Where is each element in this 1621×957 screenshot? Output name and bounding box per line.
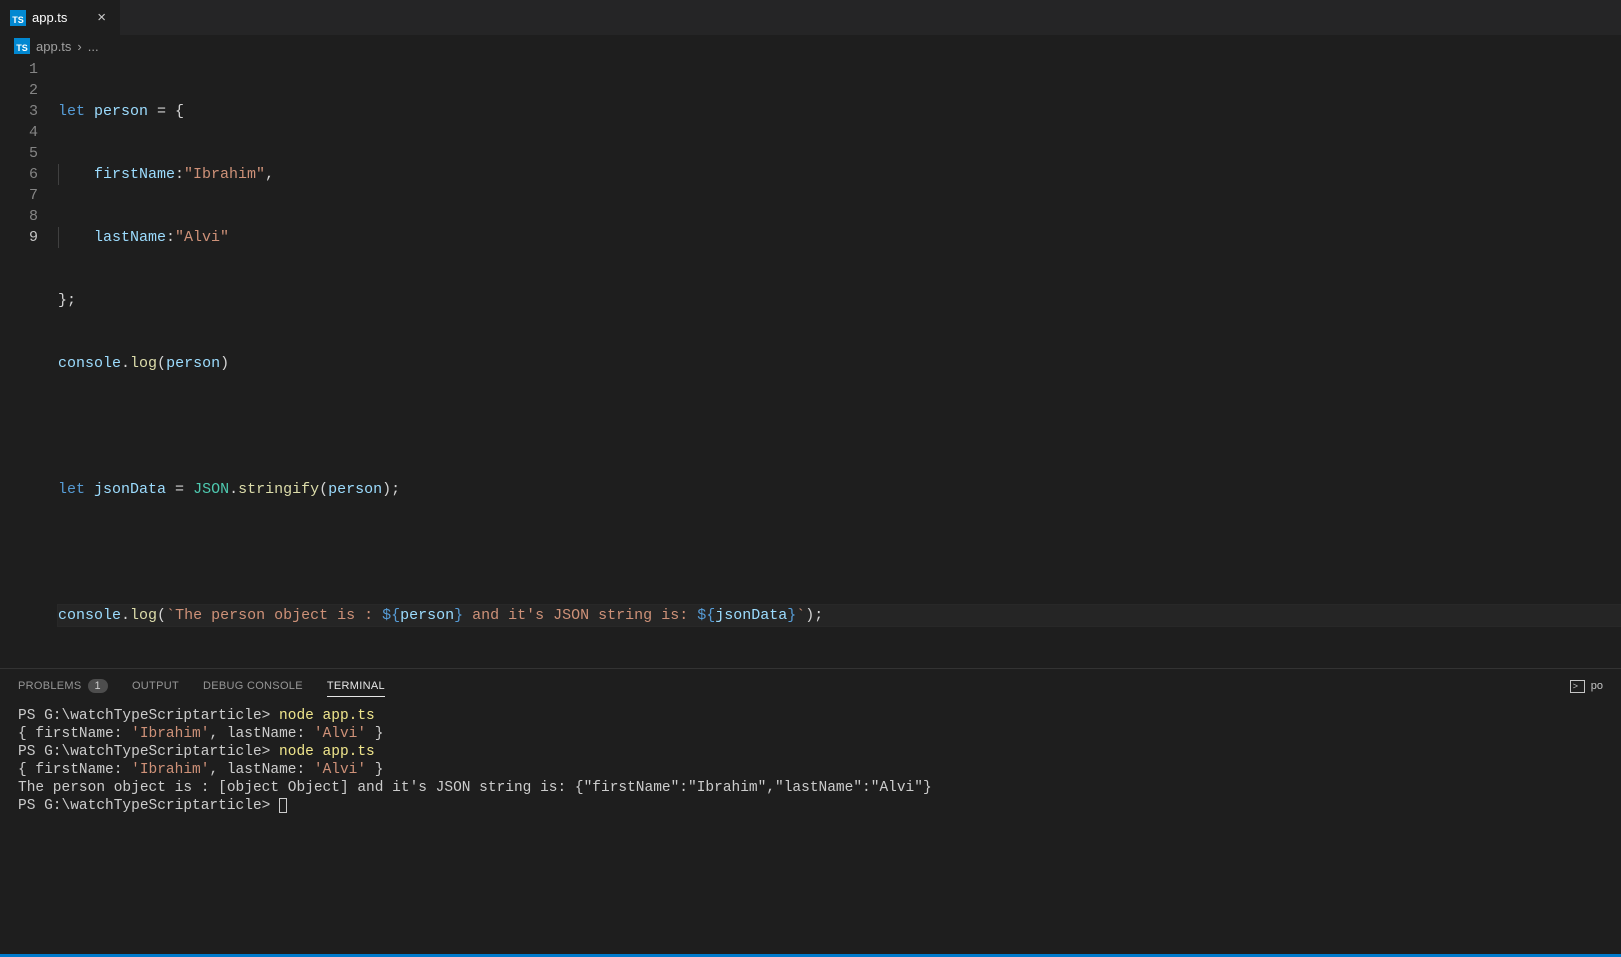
- tab-output[interactable]: Output: [132, 676, 179, 696]
- line-number: 4: [0, 122, 38, 143]
- terminal-line: PS G:\watchTypeScriptarticle> node app.t…: [18, 743, 1603, 761]
- code-content[interactable]: let person = { firstName:"Ibrahim", last…: [58, 57, 1621, 668]
- tab-debug-console[interactable]: Debug Console: [203, 676, 303, 696]
- terminal-line: { firstName: 'Ibrahim', lastName: 'Alvi'…: [18, 761, 1603, 779]
- panel-action-label: po: [1591, 680, 1603, 692]
- code-editor[interactable]: 1 2 3 4 5 6 7 8 9 let person = { firstNa…: [0, 57, 1621, 668]
- problems-badge: 1: [88, 679, 108, 693]
- breadcrumb-file: app.ts: [36, 39, 71, 54]
- breadcrumb[interactable]: TS app.ts › ...: [0, 35, 1621, 57]
- typescript-icon: TS: [14, 38, 30, 54]
- terminal-line: PS G:\watchTypeScriptarticle> node app.t…: [18, 707, 1603, 725]
- line-number: 7: [0, 185, 38, 206]
- code-line: console.log(person): [58, 353, 1621, 374]
- bottom-panel: Problems 1 Output Debug Console Terminal…: [0, 668, 1621, 954]
- tab-filename: app.ts: [32, 10, 67, 25]
- line-number: 5: [0, 143, 38, 164]
- line-number: 9: [0, 227, 38, 248]
- code-line: [58, 416, 1621, 437]
- editor-tab[interactable]: TS app.ts ×: [0, 0, 120, 35]
- terminal-line: { firstName: 'Ibrahim', lastName: 'Alvi'…: [18, 725, 1603, 743]
- tab-terminal[interactable]: Terminal: [327, 676, 385, 697]
- terminal-cursor: [279, 798, 287, 813]
- line-number: 3: [0, 101, 38, 122]
- code-line: let person = {: [58, 101, 1621, 122]
- close-icon[interactable]: ×: [93, 9, 110, 26]
- tab-bar: TS app.ts ×: [0, 0, 1621, 35]
- panel-actions: > po: [1570, 680, 1603, 693]
- typescript-icon: TS: [10, 10, 26, 26]
- tab-problems-label: Problems: [18, 680, 82, 692]
- breadcrumb-rest: ...: [88, 39, 99, 54]
- terminal-line: The person object is : [object Object] a…: [18, 779, 1603, 797]
- terminal-output[interactable]: PS G:\watchTypeScriptarticle> node app.t…: [0, 703, 1621, 954]
- terminal-line: PS G:\watchTypeScriptarticle>: [18, 797, 1603, 815]
- code-line: let jsonData = JSON.stringify(person);: [58, 479, 1621, 500]
- code-line: firstName:"Ibrahim",: [58, 164, 1621, 185]
- line-gutter: 1 2 3 4 5 6 7 8 9: [0, 57, 58, 668]
- code-line: console.log(`The person object is : ${pe…: [58, 605, 1621, 626]
- code-line: lastName:"Alvi": [58, 227, 1621, 248]
- breadcrumb-separator: ›: [77, 39, 81, 54]
- line-number: 1: [0, 59, 38, 80]
- line-number: 8: [0, 206, 38, 227]
- code-line: [58, 542, 1621, 563]
- code-line: };: [58, 290, 1621, 311]
- panel-tabs: Problems 1 Output Debug Console Terminal…: [0, 669, 1621, 703]
- terminal-icon[interactable]: >: [1570, 680, 1585, 693]
- tab-problems[interactable]: Problems 1: [18, 675, 108, 697]
- line-number: 2: [0, 80, 38, 101]
- line-number: 6: [0, 164, 38, 185]
